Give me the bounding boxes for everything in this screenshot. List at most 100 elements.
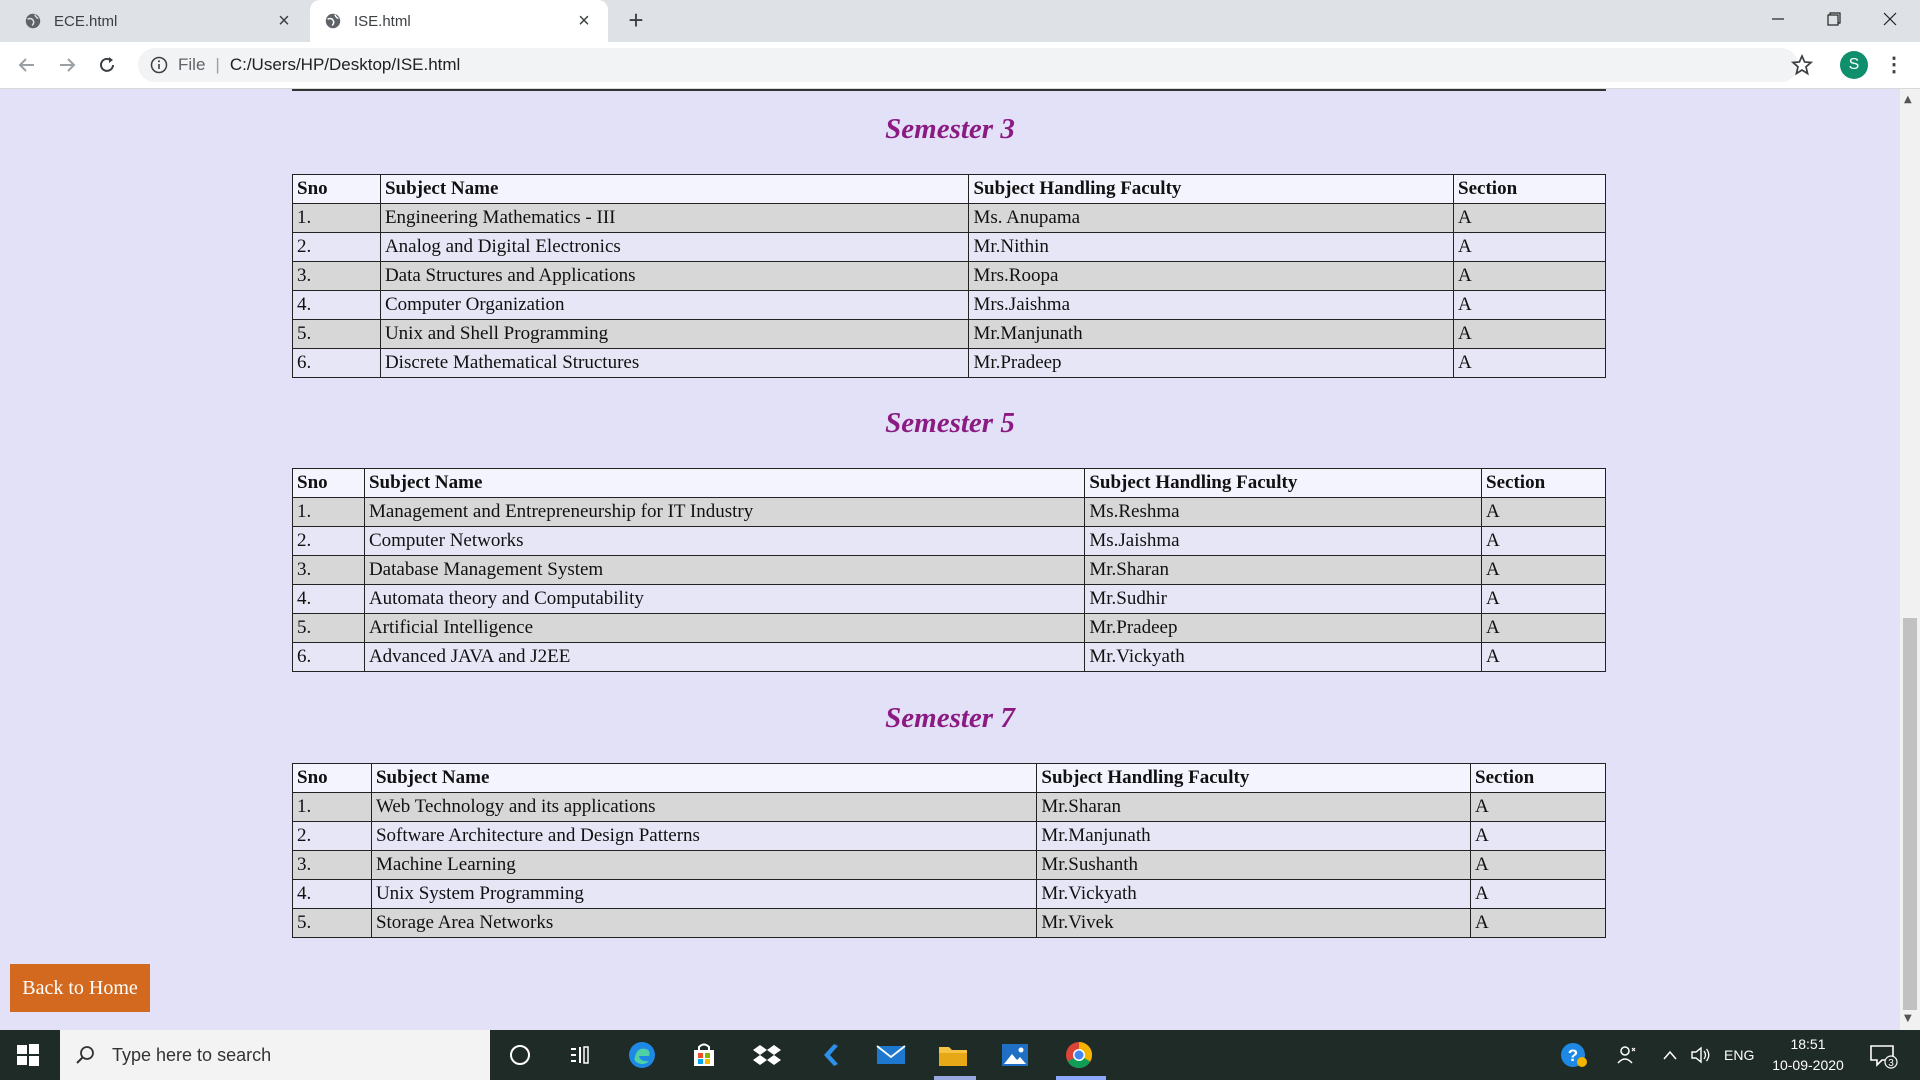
info-icon [150,56,168,74]
volume-icon[interactable] [1690,1030,1712,1080]
cell-section: A [1453,261,1606,291]
cell-faculty: Mr.Sharan [1036,792,1472,822]
cell-sno: 1. [292,497,365,527]
column-header-faculty: Subject Handling Faculty [1084,468,1483,498]
scroll-down-arrow-icon[interactable]: ▼ [1904,1013,1912,1024]
close-icon[interactable]: × [274,11,294,31]
globe-icon [325,13,341,29]
cell-faculty: Mr.Pradeep [968,348,1455,378]
globe-icon [25,13,41,29]
bookmark-star-icon[interactable] [1790,53,1814,77]
column-header-section: Section [1453,174,1606,204]
cell-sno: 3. [292,850,372,880]
back-button[interactable] [14,52,40,78]
cell-subject-name: Unix and Shell Programming [379,319,970,349]
people-icon[interactable] [1616,1030,1638,1080]
cell-sno: 1. [292,203,381,233]
scroll-up-arrow-icon[interactable]: ▲ [1904,94,1912,105]
cell-section: A [1470,850,1606,880]
cell-faculty: Mr.Sudhir [1084,584,1483,614]
table-row: 3. Machine Learning Mr.Sushanth A [292,850,1606,880]
table-row: 4. Automata theory and Computability Mr.Su… [292,584,1606,614]
cell-section: A [1470,908,1606,938]
help-icon[interactable]: ? [1558,1030,1588,1080]
table-header-row: Sno Subject Name Subject Handling Facult… [292,174,1606,204]
cell-section: A [1470,879,1606,909]
cell-subject-name: Data Structures and Applications [379,261,970,291]
file-explorer-icon[interactable] [938,1040,968,1070]
cell-sno: 2. [292,232,381,262]
store-icon[interactable] [689,1040,719,1070]
cell-section: A [1453,319,1606,349]
more-menu-icon[interactable]: ⋮ [1884,53,1904,77]
cell-faculty: Ms.Reshma [1084,497,1483,527]
system-clock[interactable]: 18:51 10-09-2020 [1764,1034,1852,1076]
language-indicator[interactable]: ENG [1724,1030,1754,1080]
table-row: 5. Storage Area Networks Mr.Vivek A [292,908,1606,938]
dropbox-icon[interactable] [752,1040,782,1070]
photos-icon[interactable] [1000,1040,1030,1070]
tab-ise[interactable]: ISE.html × [310,0,608,42]
cell-section: A [1481,526,1606,556]
table-row: 2. Analog and Digital Electronics Mr.Nithi… [292,232,1606,262]
column-header-subject: Subject Name [379,174,970,204]
cell-sno: 1. [292,792,372,822]
chevron-up-icon[interactable] [1662,1030,1678,1080]
reload-button[interactable] [94,52,120,78]
cell-sno: 5. [292,613,365,643]
cell-faculty: Mr.Vickyath [1036,879,1472,909]
close-icon[interactable]: × [574,11,594,31]
restore-button[interactable] [1806,0,1862,38]
table-header-row: Sno Subject Name Subject Handling Facult… [292,763,1606,793]
close-icon [1883,12,1897,26]
notification-center-icon[interactable]: 3 [1868,1030,1898,1080]
table-row: 5. Artificial Intelligence Mr.Pradeep A [292,613,1606,643]
column-header-faculty: Subject Handling Faculty [1036,763,1472,793]
svg-text:?: ? [1568,1046,1578,1065]
notification-count: 3 [1888,1058,1894,1069]
minimize-button[interactable] [1750,0,1806,38]
tab-ece[interactable]: ECE.html × [10,0,308,42]
taskbar-search-box[interactable]: Type here to search [60,1030,490,1080]
visual-studio-code-icon[interactable] [814,1040,844,1070]
cell-section: A [1481,555,1606,585]
cell-subject-name: Automata theory and Computability [363,584,1086,614]
edge-browser-icon[interactable] [627,1040,657,1070]
new-tab-button[interactable]: + [624,7,648,33]
scrollbar-thumb[interactable] [1903,618,1917,1010]
cell-faculty: Ms.Jaishma [1084,526,1483,556]
cell-sno: 3. [292,555,365,585]
cell-sno: 4. [292,879,372,909]
semester-7-table: Sno Subject Name Subject Handling Facult… [292,763,1606,938]
cell-section: A [1470,821,1606,851]
cell-section: A [1481,497,1606,527]
cell-sno: 6. [292,642,365,672]
windows-start-icon[interactable] [16,1043,40,1067]
column-header-sno: Sno [292,174,381,204]
table-row: 3. Database Management System Mr.Sharan A [292,555,1606,585]
close-window-button[interactable] [1862,0,1918,38]
cell-faculty: Mr.Manjunath [968,319,1455,349]
mail-icon[interactable] [876,1040,906,1070]
profile-avatar[interactable]: S [1840,51,1868,79]
cell-faculty: Mr.Pradeep [1084,613,1483,643]
search-placeholder: Type here to search [112,1044,272,1065]
cell-section: A [1481,642,1606,672]
back-to-home-button[interactable]: Back to Home [10,964,150,1012]
forward-button[interactable] [54,52,80,78]
column-header-section: Section [1470,763,1606,793]
table-row: 6. Advanced JAVA and J2EE Mr.Vickyath A [292,642,1606,672]
column-header-section: Section [1481,468,1606,498]
task-view-icon[interactable] [565,1040,595,1070]
address-bar[interactable]: File | C:/Users/HP/Desktop/ISE.html [138,48,1798,82]
cell-faculty: Mrs.Roopa [968,261,1455,291]
tab-bar: ECE.html × ISE.html × + [0,0,1920,42]
cell-faculty: Mr.Sharan [1084,555,1483,585]
cell-sno: 6. [292,348,381,378]
cell-section: A [1470,792,1606,822]
cortana-icon[interactable] [505,1040,535,1070]
cell-subject-name: Storage Area Networks [370,908,1038,938]
tab-title: ISE.html [354,12,411,30]
active-app-indicator [934,1076,976,1080]
chrome-icon[interactable] [1064,1040,1094,1070]
